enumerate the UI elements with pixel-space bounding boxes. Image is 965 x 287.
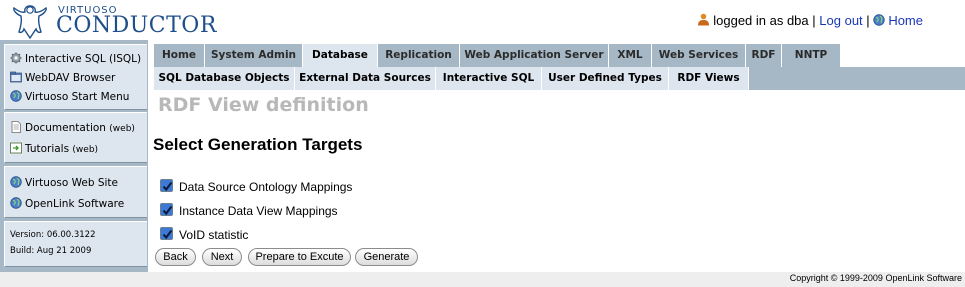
checkbox-label: Data Source Ontology Mappings: [179, 180, 353, 194]
tab-replication[interactable]: Replication: [378, 44, 460, 67]
sidebar-item-label: Virtuoso Start Menu: [25, 91, 130, 103]
document-icon: [11, 121, 21, 133]
globe-icon: [10, 197, 22, 209]
sidebar-item-label: WebDAV Browser: [25, 72, 116, 84]
tab-sql-database-objects[interactable]: SQL Database Objects: [154, 67, 295, 90]
sidebar-item-label: Virtuoso Web Site: [25, 177, 119, 189]
tab-web-services[interactable]: Web Services: [652, 44, 746, 67]
user-icon: [698, 13, 710, 26]
web-suffix: (web): [72, 145, 99, 155]
home-link[interactable]: Home: [888, 13, 923, 28]
main-content: RDF View definition Select Generation Ta…: [153, 90, 965, 272]
checkbox-label: Instance Data View Mappings: [179, 204, 338, 218]
tab-system-admin[interactable]: System Admin: [205, 44, 303, 67]
tab-home[interactable]: Home: [154, 44, 205, 67]
sidebar-group-links: Virtuoso Web Site OpenLink Software: [4, 166, 147, 218]
separator: |: [812, 13, 816, 28]
checkbox-instance-mappings[interactable]: [160, 203, 173, 216]
back-button[interactable]: Back: [155, 248, 196, 266]
check-icon: [162, 205, 173, 216]
sidebar-item-tutorials[interactable]: Tutorials (web): [10, 142, 98, 155]
header: VIRTUOSO CONDUCTOR logged in as dba | Lo…: [0, 0, 965, 40]
sidebar-item-label: Interactive SQL (ISQL): [25, 53, 142, 65]
sidebar-item-label: Tutorials: [25, 143, 70, 155]
generate-button[interactable]: Generate: [355, 248, 418, 266]
section-heading: Select Generation Targets: [153, 135, 363, 154]
sidebar-item-openlink[interactable]: OpenLink Software: [10, 197, 124, 210]
check-icon: [162, 181, 173, 192]
tab-user-defined-types[interactable]: User Defined Types: [542, 67, 669, 90]
checkbox-void-statistic[interactable]: [160, 227, 173, 240]
check-icon: [162, 229, 173, 240]
tab-web-application-server[interactable]: Web Application Server: [460, 44, 609, 67]
globe-icon: [10, 176, 22, 188]
logo-figure-icon: [13, 5, 47, 40]
sidebar-item-webdav[interactable]: WebDAV Browser: [10, 71, 115, 84]
tutorial-icon: [10, 142, 22, 154]
sidebar-group-docs: Documentation (web) Tutorials (web): [4, 112, 147, 163]
option-instance-mappings: Instance Data View Mappings: [160, 203, 338, 218]
logout-link[interactable]: Log out: [819, 13, 862, 28]
version-text: Version: 06.00.3122: [10, 230, 96, 240]
folder-icon: [10, 71, 22, 83]
footer: Copyright © 1999-2009 OpenLink Software: [0, 272, 965, 287]
build-text: Build: Aug 21 2009: [10, 246, 92, 256]
tab-rdf-views[interactable]: RDF Views: [669, 67, 749, 90]
tab-interactive-sql[interactable]: Interactive SQL: [436, 67, 542, 90]
next-button[interactable]: Next: [202, 248, 242, 266]
brand-big-text: CONDUCTOR: [56, 13, 217, 38]
page-title: RDF View definition: [158, 94, 369, 116]
globe-icon: [10, 90, 22, 102]
logged-in-text: logged in as dba: [713, 13, 809, 28]
separator: |: [866, 13, 870, 28]
option-ontology-mappings: Data Source Ontology Mappings: [160, 179, 352, 194]
tab-rdf[interactable]: RDF: [746, 44, 782, 67]
prepare-button[interactable]: Prepare to Excute: [248, 248, 351, 266]
sidebar-item-documentation[interactable]: Documentation (web): [10, 121, 135, 134]
sidebar-item-label: OpenLink Software: [25, 198, 125, 210]
sidebar-item-isql[interactable]: Interactive SQL (ISQL): [10, 52, 141, 65]
user-area: logged in as dba | Log out | Home: [697, 13, 923, 28]
sidebar-item-label: Documentation: [25, 122, 106, 134]
option-void-statistic: VoID statistic: [160, 227, 248, 242]
tab-external-data-sources[interactable]: External Data Sources: [295, 67, 436, 90]
checkbox-ontology-mappings[interactable]: [160, 179, 173, 192]
copyright-text: Copyright © 1999-2009 OpenLink Software: [789, 273, 962, 283]
sidebar: Interactive SQL (ISQL) WebDAV Browser Vi…: [0, 40, 148, 272]
sidebar-group-tools: Interactive SQL (ISQL) WebDAV Browser Vi…: [4, 44, 147, 110]
tab-xml[interactable]: XML: [609, 44, 652, 67]
tab-nntp[interactable]: NNTP: [782, 44, 841, 67]
sidebar-item-start-menu[interactable]: Virtuoso Start Menu: [10, 90, 129, 103]
conductor-window: VIRTUOSO CONDUCTOR logged in as dba | Lo…: [0, 0, 965, 287]
checkbox-label: VoID statistic: [179, 228, 249, 242]
gear-icon: [10, 52, 22, 64]
tab-database[interactable]: Database: [303, 44, 378, 67]
sidebar-group-version: Version: 06.00.3122 Build: Aug 21 2009: [4, 221, 147, 267]
sidebar-item-virtuoso-site[interactable]: Virtuoso Web Site: [10, 176, 118, 189]
home-globe-icon: [873, 14, 886, 26]
sub-tab-bar: SQL Database Objects External Data Sourc…: [154, 67, 965, 90]
virtuoso-logo: VIRTUOSO CONDUCTOR: [8, 2, 216, 40]
web-suffix: (web): [109, 124, 135, 134]
